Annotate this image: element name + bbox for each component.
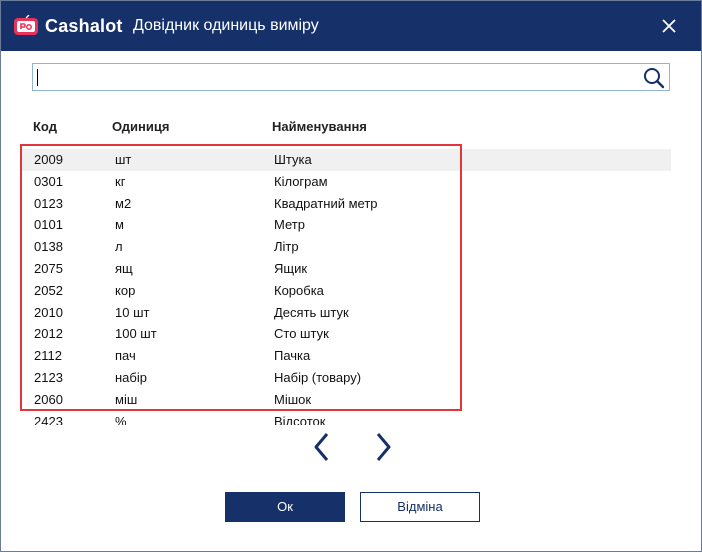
- cell-unit: м2: [115, 195, 132, 211]
- cell-name: Відсоток: [274, 413, 326, 425]
- cell-unit: міш: [115, 391, 138, 407]
- column-header-unit[interactable]: Одиниця: [112, 119, 169, 134]
- cell-unit: 100 шт: [115, 326, 157, 342]
- cell-name: Кілограм: [274, 173, 328, 189]
- table-row[interactable]: 2060 міш Мішок: [21, 389, 671, 411]
- cell-name: Квадратний метр: [274, 195, 378, 211]
- cell-name: Десять штук: [274, 304, 349, 320]
- cell-name: Мішок: [274, 391, 312, 407]
- dialog-title: Довідник одиниць виміру: [133, 17, 319, 34]
- cell-name: Метр: [274, 217, 305, 233]
- table-row[interactable]: 0101 м Метр: [21, 214, 671, 236]
- column-header-code[interactable]: Код: [33, 119, 57, 134]
- cell-name: Літр: [274, 239, 299, 255]
- search-input[interactable]: [36, 66, 640, 88]
- cell-code: 2075: [34, 261, 63, 276]
- brand-name: Cashalot: [45, 15, 123, 36]
- table-row[interactable]: 2423% Відсоток: [21, 411, 671, 425]
- cell-code: 2123: [34, 370, 63, 385]
- cell-unit: кг: [115, 173, 126, 189]
- cell-code: 2009: [34, 152, 63, 167]
- search-box: [32, 63, 670, 91]
- cell-code: 2010: [34, 304, 63, 320]
- cell-unit: кор: [115, 282, 136, 298]
- table-row[interactable]: 0138 л Літр: [21, 236, 671, 258]
- table-row[interactable]: 2010 10 шт Десять штук: [21, 302, 671, 324]
- cell-unit: ящ: [115, 261, 133, 276]
- cell-name: Коробка: [274, 282, 324, 298]
- table-row[interactable]: 2012 100 шт Сто штук: [21, 323, 671, 345]
- text-caret: [37, 69, 38, 86]
- cell-name: Штука: [274, 152, 312, 167]
- chevron-right-icon[interactable]: [372, 431, 394, 463]
- close-icon[interactable]: [657, 14, 681, 38]
- cell-unit: %: [115, 413, 127, 425]
- cell-unit: пач: [115, 348, 136, 364]
- cell-unit: набір: [115, 370, 147, 385]
- chevron-left-icon[interactable]: [311, 431, 333, 463]
- cancel-button[interactable]: Відміна: [360, 492, 480, 522]
- search-icon[interactable]: [642, 66, 666, 90]
- column-header-name[interactable]: Найменування: [272, 119, 367, 134]
- table-row[interactable]: 0123 м2 Квадратний метр: [21, 193, 671, 215]
- table-row[interactable]: 2075 ящ Ящик: [21, 258, 671, 280]
- table-row[interactable]: 0301 кг Кілограм: [21, 171, 671, 193]
- cell-name: Ящик: [274, 261, 308, 276]
- cell-name: Пачка: [274, 348, 311, 364]
- cell-code: 0301: [34, 173, 63, 189]
- cell-code: 0123: [34, 195, 63, 211]
- table-header: Код Одиниця Найменування: [1, 119, 701, 137]
- cashalot-logo: Cashalot: [13, 14, 123, 38]
- cell-code: 0101: [34, 217, 63, 233]
- dialog-window: Cashalot Довідник одиниць виміру Код Оди…: [0, 0, 702, 552]
- table-row[interactable]: 2052 кор Коробка: [21, 280, 671, 302]
- cell-code: 2060: [34, 391, 63, 407]
- cell-unit: л: [115, 239, 123, 255]
- title-bar: Cashalot Довідник одиниць виміру: [1, 1, 701, 51]
- cell-code: 2012: [34, 326, 63, 342]
- units-table: 2009 шт Штука 0301 кг Кілограм 0123 м2 Квадратни…: [21, 149, 673, 425]
- cell-code: 2112: [34, 348, 62, 364]
- cell-unit: 10 шт: [115, 304, 150, 320]
- cell-unit: шт: [115, 152, 132, 167]
- cell-code: 2423: [34, 413, 63, 425]
- logo-icon: [14, 15, 38, 35]
- cell-name: Сто штук: [274, 326, 329, 342]
- cell-code: 0138: [34, 239, 63, 255]
- cell-unit: м: [115, 217, 124, 233]
- cell-name: Набір (товару): [274, 370, 362, 385]
- table-row[interactable]: 2009 шт Штука: [21, 149, 671, 171]
- table-row[interactable]: 2112 пач Пачка: [21, 345, 671, 367]
- ok-button[interactable]: Ок: [225, 492, 345, 522]
- table-row[interactable]: 2123 набір Набір (товару): [21, 367, 671, 389]
- cell-code: 2052: [34, 282, 63, 298]
